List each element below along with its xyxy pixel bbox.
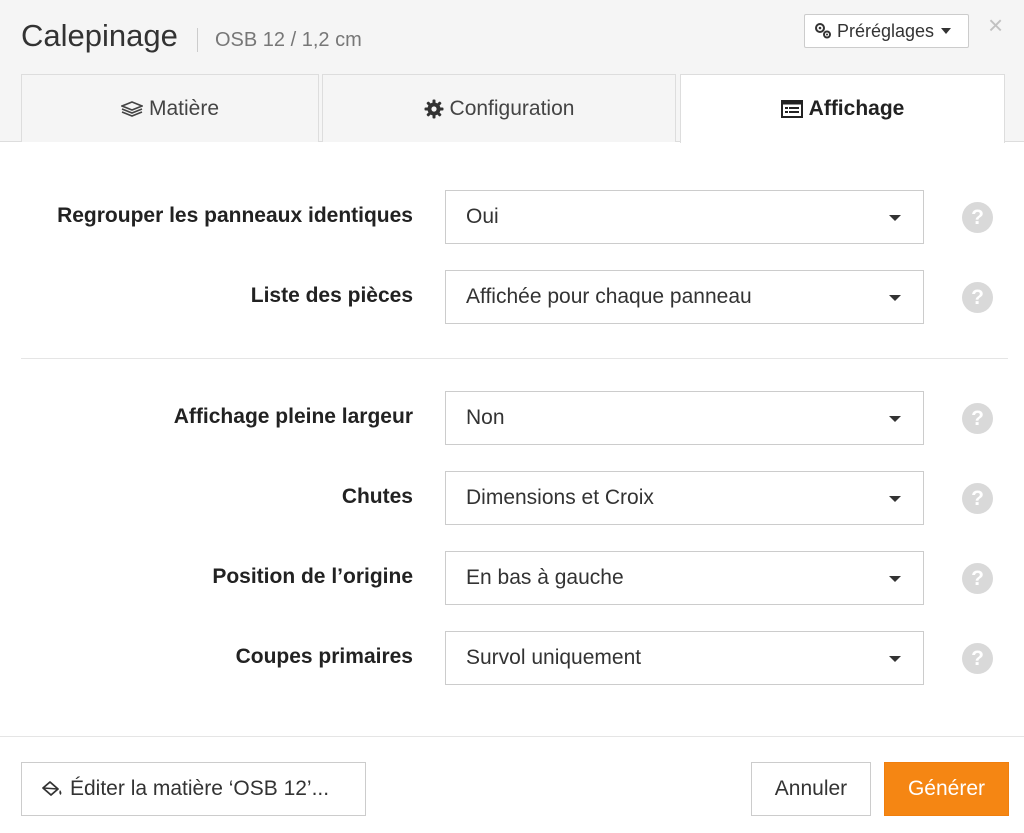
field-row-pleine-largeur: Affichage pleine largeur Non ? — [0, 391, 1024, 445]
layers-icon — [120, 100, 143, 117]
paint-bucket-icon — [40, 779, 64, 799]
field-label: Liste des pièces — [250, 284, 413, 307]
select-value: Dimensions et Croix — [466, 486, 654, 509]
gear-icon — [424, 99, 444, 119]
field-label: Coupes primaires — [235, 645, 413, 668]
field-label: Regrouper les panneaux identiques — [57, 204, 413, 227]
dialog-footer: Éditer la matière ‘OSB 12’... Annuler Gé… — [0, 736, 1024, 833]
caret-down-icon — [889, 295, 901, 301]
caret-down-icon — [889, 656, 901, 662]
select-value: Affichée pour chaque panneau — [466, 285, 752, 308]
help-icon[interactable]: ? — [962, 563, 993, 594]
tab-label: Matière — [148, 96, 220, 120]
regrouper-select[interactable]: Oui — [445, 190, 924, 244]
liste-pieces-select[interactable]: Affichée pour chaque panneau — [445, 270, 924, 324]
pleine-largeur-select[interactable]: Non — [445, 391, 924, 445]
section-divider — [21, 358, 1008, 359]
caret-down-icon — [889, 576, 901, 582]
gears-icon — [814, 22, 832, 40]
caret-down-icon — [889, 496, 901, 502]
origine-select[interactable]: En bas à gauche — [445, 551, 924, 605]
tab-label: Affichage — [808, 97, 905, 120]
dialog-header: Calepinage OSB 12 / 1,2 cm Préréglages ×… — [0, 0, 1024, 143]
cancel-button[interactable]: Annuler — [751, 762, 871, 816]
caret-down-icon — [941, 28, 952, 34]
presets-label: Préréglages — [837, 20, 935, 41]
list-window-icon — [780, 100, 803, 118]
field-row-coupes-primaires: Coupes primaires Survol uniquement ? — [0, 631, 1024, 685]
select-value: Non — [466, 406, 505, 429]
help-icon[interactable]: ? — [962, 282, 993, 313]
field-row-origine: Position de l’origine En bas à gauche ? — [0, 551, 1024, 605]
help-icon[interactable]: ? — [962, 643, 993, 674]
tab-affichage[interactable]: Affichage — [680, 74, 1005, 143]
tab-matiere[interactable]: Matière — [21, 74, 319, 142]
presets-button[interactable]: Préréglages — [804, 14, 969, 48]
caret-down-icon — [889, 416, 901, 422]
edit-material-button[interactable]: Éditer la matière ‘OSB 12’... — [21, 762, 366, 816]
field-row-chutes: Chutes Dimensions et Croix ? — [0, 471, 1024, 525]
field-label: Position de l’origine — [212, 565, 413, 588]
help-icon[interactable]: ? — [962, 202, 993, 233]
dialog-subtitle: OSB 12 / 1,2 cm — [215, 29, 362, 51]
field-row-regrouper: Regrouper les panneaux identiques Oui ? — [0, 190, 1024, 244]
field-label: Affichage pleine largeur — [173, 405, 413, 428]
close-icon[interactable]: × — [988, 12, 1003, 38]
help-icon[interactable]: ? — [962, 403, 993, 434]
title-separator — [197, 28, 198, 52]
select-value: Oui — [466, 205, 499, 228]
tab-label: Configuration — [449, 96, 575, 120]
caret-down-icon — [889, 215, 901, 221]
generate-button[interactable]: Générer — [884, 762, 1009, 816]
select-value: En bas à gauche — [466, 566, 624, 589]
select-value: Survol uniquement — [466, 646, 642, 669]
tab-configuration[interactable]: Configuration — [322, 74, 676, 142]
edit-material-label: Éditer la matière ‘OSB 12’... — [70, 777, 330, 800]
field-row-liste-pieces: Liste des pièces Affichée pour chaque pa… — [0, 270, 1024, 324]
chutes-select[interactable]: Dimensions et Croix — [445, 471, 924, 525]
help-icon[interactable]: ? — [962, 483, 993, 514]
dialog-title: Calepinage — [21, 18, 178, 53]
field-label: Chutes — [341, 485, 413, 508]
coupes-primaires-select[interactable]: Survol uniquement — [445, 631, 924, 685]
